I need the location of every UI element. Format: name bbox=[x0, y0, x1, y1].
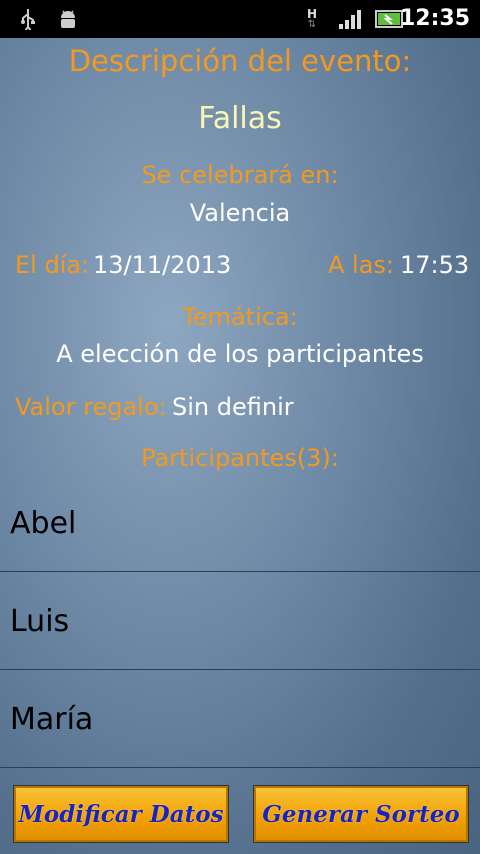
status-bar: H ⇅ 12:35 bbox=[0, 0, 480, 38]
time-value: 17:53 bbox=[400, 251, 470, 279]
participants-list: Abel Luis María bbox=[0, 474, 480, 768]
participant-name: Luis bbox=[10, 604, 70, 639]
android-debug-icon bbox=[54, 0, 82, 38]
participants-label: Participantes(3): bbox=[141, 444, 339, 472]
theme-label: Temática: bbox=[182, 303, 298, 331]
hspa-icon: H ⇅ bbox=[306, 7, 318, 30]
signal-icon bbox=[336, 0, 366, 38]
participant-name: Abel bbox=[10, 506, 77, 541]
date-label: El día: bbox=[15, 251, 90, 279]
generate-draw-button[interactable]: Generar Sorteo bbox=[254, 786, 468, 842]
list-item[interactable]: María bbox=[0, 670, 480, 768]
modify-data-button[interactable]: Modificar Datos bbox=[14, 786, 228, 842]
page-title: Descripción del evento: bbox=[68, 44, 412, 78]
list-item[interactable]: Luis bbox=[0, 572, 480, 670]
list-item[interactable]: Abel bbox=[0, 474, 480, 572]
place-value: Valencia bbox=[189, 199, 291, 227]
usb-icon bbox=[14, 0, 42, 38]
date-value: 13/11/2013 bbox=[93, 251, 232, 279]
theme-value: A elección de los participantes bbox=[56, 340, 424, 368]
time-label: A las: bbox=[328, 251, 395, 279]
gift-label: Valor regalo: bbox=[15, 393, 167, 421]
place-label: Se celebrará en: bbox=[141, 161, 339, 189]
participant-name: María bbox=[10, 702, 94, 737]
status-clock: 12:35 bbox=[399, 6, 470, 31]
gift-value: Sin definir bbox=[172, 393, 294, 421]
event-name: Fallas bbox=[198, 101, 282, 136]
